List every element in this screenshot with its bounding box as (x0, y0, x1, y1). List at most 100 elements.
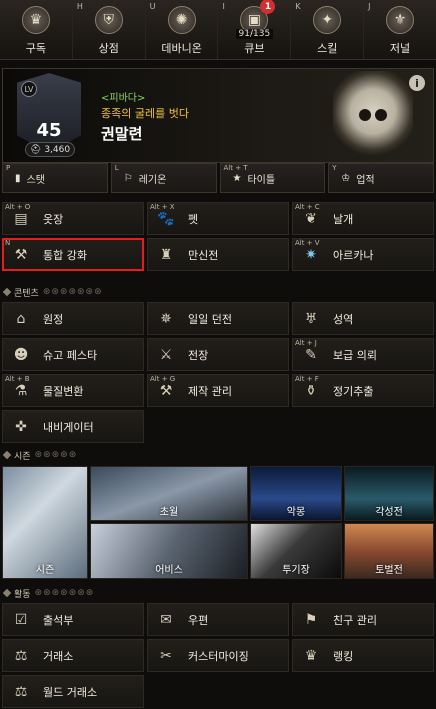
topbar-skill[interactable]: K ✦ 스킬 (291, 0, 365, 59)
mail-icon: ✉ (160, 611, 172, 628)
menu-pet[interactable]: Alt + X 🐾 펫 (147, 202, 289, 235)
character-title-tag: <피바다> (101, 93, 146, 104)
topbar-journal[interactable]: J ⚜ 저널 (364, 0, 436, 59)
character-portrait (333, 71, 413, 161)
menu-daily-dungeon[interactable]: ✵ 일일 던전 (147, 302, 289, 335)
menu-label: 만신전 (188, 248, 219, 262)
menu-label: 성역 (333, 312, 354, 326)
subtab-legion[interactable]: L ⚐ 레기온 (110, 163, 217, 193)
section-title: 콘텐츠 (14, 288, 39, 299)
menu-label: 우편 (188, 613, 209, 627)
menu-label: 친구 관리 (333, 613, 377, 627)
menu-battlefield[interactable]: ⚔ 전장 (147, 338, 289, 371)
menu-extraction[interactable]: Alt + F ⚱ 정기추출 (292, 374, 434, 407)
subtab-stats[interactable]: P ▮ 스탯 (2, 163, 108, 193)
tile-label: 악몽 (286, 507, 306, 518)
menu-integrated-enhance[interactable]: N ⚒ 통합 강화 (2, 238, 144, 271)
topbar-label: 데바니온 (161, 42, 202, 55)
menu-attendance[interactable]: ☑ 출석부 (2, 603, 144, 636)
achievement-icon: ♔ (341, 172, 351, 184)
subtab-label: 레기온 (138, 174, 167, 186)
topbar-daevanion[interactable]: U ✺ 데바니온 (146, 0, 219, 59)
menu-label: 월드 거래소 (43, 685, 98, 699)
season-tile-nightmare[interactable]: 악몽 (250, 466, 342, 521)
menu-pantheon[interactable]: ♜ 만신전 (147, 238, 289, 271)
section-header-activity: 활동 ⊛⊛⊛⊛⊛⊛⊛ (2, 584, 434, 602)
topbar-subscription[interactable]: ♛ 구독 (0, 0, 73, 59)
tile-label: 투기장 (282, 565, 310, 576)
menu-sanctuary[interactable]: ♅ 성역 (292, 302, 434, 335)
customize-icon: ✂ (160, 647, 172, 664)
menu-label: 옷장 (43, 212, 64, 226)
topbar-label: 상점 (98, 42, 119, 55)
menu-label: 제작 관리 (188, 384, 232, 398)
menu-wardrobe[interactable]: Alt + O ▤ 옷장 (2, 202, 144, 235)
friends-icon: ⚑ (304, 611, 318, 628)
menu-trade-market[interactable]: ⚖ 거래소 (2, 639, 144, 672)
menu-ranking[interactable]: ♛ 랭킹 (292, 639, 434, 672)
menu-navigator[interactable]: ✜ 내비게이터 (2, 410, 144, 443)
title-icon: ★ (232, 172, 242, 184)
activity-menu-grid: ☑ 출석부 ✉ 우편 ⚑ 친구 관리 ⚖ 거래소 ✂ 커스터마이징 ♛ 랭킹 ⚖ 월드 거래소 (2, 603, 434, 708)
pantheon-icon: ♜ (159, 246, 173, 263)
character-menu-grid: Alt + O ▤ 옷장 Alt + X 🐾 펫 Alt + C ❦ 날개 N ⚒ 통합 강화 … (2, 202, 434, 271)
menu-crafting[interactable]: Alt + G ⚒ 제작 관리 (147, 374, 289, 407)
season-panel: 시즌 초월 악몽 각성전 어비스 투기장 토벌전 (2, 466, 434, 579)
menu-supply-request[interactable]: Alt + J ✎ 보급 의뢰 (292, 338, 434, 371)
diamond-icon (2, 588, 12, 598)
diamond-icon (2, 287, 12, 297)
topbar-label: 스킬 (317, 42, 338, 55)
stats-icon: ▮ (15, 172, 21, 184)
menu-friends[interactable]: ⚑ 친구 관리 (292, 603, 434, 636)
menu-transmute[interactable]: Alt + B ⚗ 물질변환 (2, 374, 144, 407)
menu-label: 슈고 페스타 (43, 348, 98, 362)
season-tile-subjugation[interactable]: 토벌전 (344, 523, 434, 579)
tile-label: 토벌전 (375, 565, 403, 576)
menu-label: 날개 (333, 212, 354, 226)
menu-shugo-festa[interactable]: ☻ 슈고 페스타 (2, 338, 144, 371)
menu-label: 내비게이터 (43, 420, 94, 434)
section-title: 시즌 (14, 451, 31, 462)
topbar-label: 저널 (389, 42, 411, 55)
season-main-tile[interactable]: 시즌 (2, 466, 88, 579)
hotkey-label: J (368, 2, 371, 11)
hotkey-label: Alt + V (295, 239, 320, 247)
subtab-label: 업적 (356, 174, 375, 186)
info-icon[interactable]: i (409, 75, 425, 91)
season-tile-transcend[interactable]: 초월 (90, 466, 248, 521)
menu-label: 아르카나 (333, 248, 374, 262)
menu-mail[interactable]: ✉ 우편 (147, 603, 289, 636)
menu-expedition[interactable]: ⌂ 원정 (2, 302, 144, 335)
subtab-achievement[interactable]: Y ♔ 업적 (328, 163, 434, 193)
cube-capacity: 91/135 (235, 29, 274, 39)
sanctuary-icon: ♅ (304, 310, 318, 327)
level-emblem: LV 45 (17, 73, 81, 153)
daily-dungeon-icon: ✵ (160, 310, 172, 327)
menu-customizing[interactable]: ✂ 커스터마이징 (147, 639, 289, 672)
section-title: 활동 (14, 589, 31, 600)
season-tile-arena[interactable]: 투기장 (250, 523, 342, 579)
menu-wings[interactable]: Alt + C ❦ 날개 (292, 202, 434, 235)
topbar-shop[interactable]: H ⛨ 상점 (73, 0, 146, 59)
anvil-icon: ⚒ (14, 246, 28, 263)
subtab-label: 타이틀 (247, 174, 276, 186)
menu-label: 일일 던전 (188, 312, 232, 326)
menu-world-market[interactable]: ⚖ 월드 거래소 (2, 675, 144, 708)
hotkey-label: U (149, 2, 156, 11)
scales-icon: ⚖ (14, 647, 28, 664)
topbar-cube[interactable]: I ▣ 1 91/135 큐브 (218, 0, 292, 59)
season-tile-awakening[interactable]: 각성전 (344, 466, 434, 521)
subtab-title[interactable]: Alt + T ★ 타이틀 (219, 163, 326, 193)
top-menu-bar: ♛ 구독 H ⛨ 상점 U ✺ 데바니온 I ▣ 1 91/135 큐브 K ✦… (0, 0, 436, 60)
menu-arcana[interactable]: Alt + V ✷ 아르카나 (292, 238, 434, 271)
menu-label: 출석부 (43, 613, 74, 627)
journal-icon: ⚜ (386, 6, 415, 34)
shop-icon: ⛨ (94, 6, 123, 34)
ranking-icon: ♛ (304, 647, 318, 664)
season-tile-abyss[interactable]: 어비스 (90, 523, 248, 579)
menu-label: 펫 (188, 212, 199, 226)
character-level: 45 (36, 119, 62, 141)
menu-label: 보급 의뢰 (333, 348, 377, 362)
character-profile-panel: LV 45 ⛑ 3,460 <피바다> 종족의 굴레를 벗다 권말련 i (2, 68, 434, 163)
hotkey-label: H (76, 2, 83, 11)
